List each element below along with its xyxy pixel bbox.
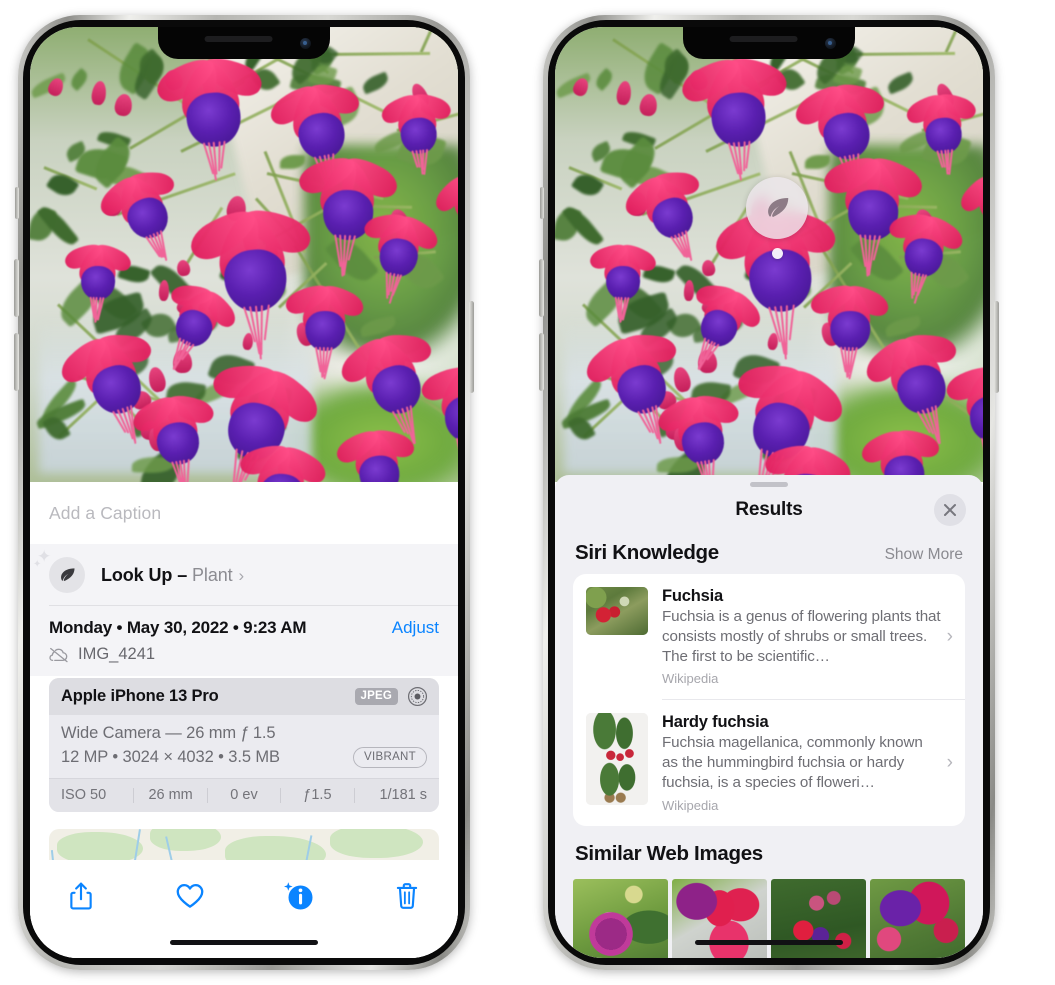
volume-up-button[interactable]: [14, 259, 19, 317]
results-title: Results: [735, 499, 803, 520]
delete-button[interactable]: [380, 874, 434, 918]
file-name: IMG_4241: [78, 645, 156, 663]
mute-switch[interactable]: [15, 187, 19, 219]
similar-web-images-header: Similar Web Images: [555, 826, 983, 876]
exif-stats-row: ISO 50 26 mm 0 ev ƒ1.5 1/181 s: [49, 778, 439, 812]
volume-down-button[interactable]: [14, 333, 19, 391]
knowledge-item-title: Hardy fuchsia: [662, 713, 769, 732]
caption-field-row[interactable]: Add a Caption: [30, 482, 458, 544]
chevron-right-icon: ›: [946, 625, 953, 647]
close-icon: [944, 504, 956, 516]
look-up-text: Look Up –: [101, 564, 188, 585]
similar-web-images-title: Similar Web Images: [575, 841, 763, 865]
chevron-right-icon: ›: [238, 565, 245, 585]
leaf-icon-badge: [49, 557, 85, 593]
knowledge-item[interactable]: Hardy fuchsia Fuchsia magellanica, commo…: [573, 700, 965, 825]
resolution-info: 12 MP • 3024 × 4032 • 3.5 MB: [61, 748, 280, 766]
share-icon: [70, 882, 92, 910]
notch: [683, 27, 855, 59]
screenshot-stage: Add a Caption ✦ ✦ Look Up – Plant › Mond…: [0, 0, 1055, 985]
front-camera: [300, 38, 311, 49]
photo-detail-sheet: Add a Caption ✦ ✦ Look Up – Plant › Mond…: [30, 482, 458, 958]
similar-web-images-grid: [555, 878, 983, 958]
close-button[interactable]: [934, 494, 966, 526]
exif-header: Apple iPhone 13 Pro JPEG: [49, 678, 439, 715]
power-button[interactable]: [469, 301, 474, 393]
divider: [49, 605, 458, 606]
results-sheet: Results Siri Knowledge Show More Fuchsia…: [555, 475, 983, 958]
photo-viewer[interactable]: [30, 27, 458, 482]
trash-icon: [396, 883, 418, 909]
info-button[interactable]: [271, 874, 325, 918]
leaf-icon: [768, 198, 789, 217]
look-up-row[interactable]: ✦ ✦ Look Up – Plant ›: [30, 544, 458, 606]
look-up-anchor-dot: [771, 248, 783, 259]
visual-look-up-badge[interactable]: [746, 177, 808, 259]
right-phone-device: Results Siri Knowledge Show More Fuchsia…: [539, 15, 999, 970]
earpiece-speaker: [729, 36, 798, 42]
exif-stat-aperture: ƒ1.5: [303, 787, 332, 803]
adjust-button[interactable]: Adjust: [392, 618, 439, 638]
home-indicator[interactable]: [170, 940, 318, 945]
photographic-style-badge: VIBRANT: [353, 747, 427, 768]
device-model: Apple iPhone 13 Pro: [61, 687, 219, 705]
photo-toolbar: [30, 860, 458, 958]
knowledge-item-source: Wikipedia: [662, 671, 719, 687]
capture-date: Monday • May 30, 2022 • 9:23 AM: [49, 618, 307, 637]
fuchsia-web-image-4[interactable]: [870, 878, 965, 958]
power-button[interactable]: [994, 301, 999, 393]
home-indicator[interactable]: [695, 940, 843, 945]
fuchsia-web-image-3[interactable]: [771, 878, 866, 958]
knowledge-item[interactable]: Fuchsia Fuchsia is a genus of flowering …: [573, 574, 965, 699]
show-more-button[interactable]: Show More: [885, 546, 963, 564]
right-phone-screen: Results Siri Knowledge Show More Fuchsia…: [555, 27, 983, 958]
siri-knowledge-card: Fuchsia Fuchsia is a genus of flowering …: [573, 574, 965, 826]
mute-switch[interactable]: [540, 187, 544, 219]
notch: [158, 27, 330, 59]
siri-knowledge-header: Siri Knowledge Show More: [555, 533, 983, 574]
fuchsia-red-flowers-thumb: [586, 587, 648, 635]
earpiece-speaker: [204, 36, 273, 42]
knowledge-item-text: Fuchsia Fuchsia is a genus of flowering …: [662, 587, 941, 686]
fuchsia-web-image-1[interactable]: [573, 878, 668, 958]
date-metadata-row: Monday • May 30, 2022 • 9:23 AM Adjust I…: [30, 606, 458, 676]
leaf-icon: [61, 568, 75, 581]
lens-info: Wide Camera — 26 mm ƒ 1.5: [61, 724, 276, 742]
share-button[interactable]: [54, 874, 108, 918]
knowledge-item-text: Hardy fuchsia Fuchsia magellanica, commo…: [662, 713, 941, 812]
volume-up-button[interactable]: [539, 259, 544, 317]
look-up-icon-group: ✦ ✦: [33, 548, 85, 593]
format-badge: JPEG: [354, 688, 398, 705]
hardy-fuchsia-specimen-thumb: [586, 713, 648, 806]
exif-stat-shutter: 1/181 s: [379, 787, 428, 803]
look-up-label: Look Up – Plant ›: [101, 565, 244, 586]
look-up-subject: Plant: [192, 564, 233, 585]
exif-body: Wide Camera — 26 mm ƒ 1.5 12 MP • 3024 ×…: [49, 715, 439, 778]
fuchsia-web-image-2[interactable]: [672, 878, 767, 958]
exif-stat-focal: 26 mm: [148, 787, 193, 803]
info-sparkle-icon: [284, 882, 313, 910]
cloud-slash-icon: [49, 647, 68, 662]
knowledge-item-title: Fuchsia: [662, 587, 723, 605]
knowledge-item-description: Fuchsia magellanica, commonly known as t…: [662, 734, 923, 791]
exif-stat-ev: 0 ev: [230, 787, 258, 803]
sparkles-icon-small: ✦: [33, 559, 42, 570]
caption-placeholder[interactable]: Add a Caption: [49, 503, 161, 524]
volume-down-button[interactable]: [539, 333, 544, 391]
exif-card[interactable]: Apple iPhone 13 Pro JPEG Wide Camera — 2…: [49, 678, 439, 812]
results-header: Results: [555, 487, 983, 533]
heart-icon: [176, 884, 204, 908]
front-camera: [825, 38, 836, 49]
left-phone-screen: Add a Caption ✦ ✦ Look Up – Plant › Mond…: [30, 27, 458, 958]
siri-knowledge-title: Siri Knowledge: [575, 541, 719, 564]
photo-viewer[interactable]: [555, 27, 983, 482]
camera-lens-icon: [407, 686, 428, 707]
knowledge-item-description: Fuchsia is a genus of flowering plants t…: [662, 608, 941, 665]
left-phone-device: Add a Caption ✦ ✦ Look Up – Plant › Mond…: [14, 15, 474, 970]
exif-stat-iso: ISO 50: [61, 787, 107, 803]
favorite-button[interactable]: [163, 874, 217, 918]
knowledge-item-source: Wikipedia: [662, 797, 719, 813]
chevron-right-icon: ›: [946, 751, 953, 773]
